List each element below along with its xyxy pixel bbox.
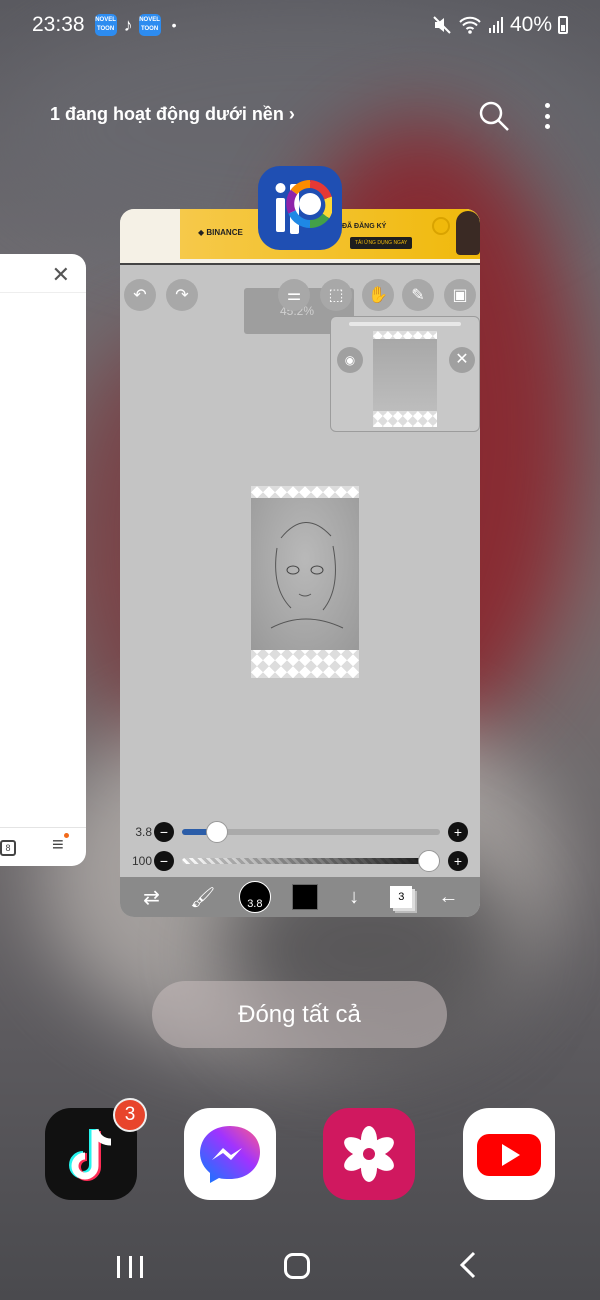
drawing-canvas[interactable] bbox=[251, 486, 359, 678]
ibispaint-app-icon[interactable] bbox=[258, 166, 342, 250]
messenger-app[interactable] bbox=[184, 1108, 276, 1200]
camera-icon[interactable]: ◉ bbox=[337, 347, 363, 373]
youtube-icon bbox=[477, 1134, 541, 1176]
ad-headline: ĐÃ ĐĂNG KÝ bbox=[342, 223, 387, 230]
close-all-button[interactable]: Đóng tất cả bbox=[152, 981, 447, 1048]
battery-icon bbox=[558, 16, 568, 34]
close-icon[interactable]: ✕ bbox=[52, 262, 70, 288]
brush-size-preview[interactable]: 3.8 bbox=[238, 881, 271, 913]
back-icon[interactable] bbox=[454, 1250, 484, 1280]
tiktok-icon: ♪ bbox=[123, 14, 133, 35]
reference-window[interactable]: ◉ ✕ bbox=[330, 316, 480, 432]
recent-apps-icon[interactable] bbox=[117, 1256, 143, 1278]
size-plus-button[interactable]: + bbox=[448, 822, 468, 842]
opacity-track[interactable] bbox=[182, 850, 440, 872]
ad-person-image bbox=[456, 211, 480, 255]
color-swatch[interactable] bbox=[291, 884, 318, 910]
background-activity-link[interactable]: 1 đang hoạt động dưới nền › bbox=[50, 104, 295, 125]
brush-size-slider[interactable]: 3.8 − + bbox=[120, 821, 480, 843]
ad-button[interactable]: TẢI ỨNG DỤNG NGAY bbox=[350, 237, 413, 249]
ibispaint-logo bbox=[275, 180, 332, 234]
status-bar: 23:38 NOVEL TOON ♪ NOVEL TOON • 40% bbox=[0, 0, 600, 50]
brush-icon[interactable]: 🖌 bbox=[188, 882, 218, 912]
clock: 23:38 bbox=[32, 13, 85, 36]
hand-icon[interactable]: ✋ bbox=[362, 279, 394, 311]
noveltoon-icon: NOVEL TOON bbox=[94, 14, 117, 36]
selection-icon[interactable]: ⬚ bbox=[320, 279, 352, 311]
menu-icon[interactable]: ≡ bbox=[52, 833, 69, 855]
tabs-icon[interactable]: 8 bbox=[0, 840, 16, 856]
reference-thumbnail bbox=[373, 331, 437, 427]
undo-icon[interactable]: ↶ bbox=[124, 279, 156, 311]
flower-icon bbox=[344, 1126, 394, 1182]
battery-percent: 40% bbox=[509, 13, 552, 36]
size-slider-thumb[interactable] bbox=[206, 821, 228, 843]
opacity-slider[interactable]: 100 − + bbox=[120, 850, 480, 872]
tool-bar: ⇄ 🖌 3.8 ↓ 3 ← bbox=[120, 877, 480, 917]
tool-switch-icon[interactable]: ⇄ bbox=[137, 882, 167, 912]
chevron-right-icon: › bbox=[288, 104, 295, 124]
more-options-icon[interactable] bbox=[540, 100, 554, 132]
back-arrow-icon[interactable]: ← bbox=[433, 882, 463, 912]
opacity-plus-button[interactable]: + bbox=[448, 851, 468, 871]
home-icon[interactable] bbox=[284, 1253, 310, 1279]
noveltoon-icon: NOVEL TOON bbox=[138, 14, 161, 36]
sketch-drawing bbox=[270, 522, 344, 629]
size-track[interactable] bbox=[182, 821, 440, 843]
close-icon[interactable]: ✕ bbox=[449, 347, 475, 373]
search-icon[interactable] bbox=[478, 100, 510, 132]
messenger-icon bbox=[200, 1126, 260, 1183]
arrow-down-icon[interactable]: ↓ bbox=[339, 882, 369, 912]
brush-size-label: 3.8 bbox=[135, 825, 152, 839]
recent-app-card-ibispaint[interactable]: ◆ BINANCE ĐÃ ĐĂNG KÝ TẢI ỨNG DỤNG NGAY ↶… bbox=[120, 209, 480, 917]
signal-icon bbox=[488, 17, 503, 33]
wifi-icon bbox=[459, 16, 481, 34]
opacity-slider-thumb[interactable] bbox=[418, 850, 440, 872]
coin-icon bbox=[432, 217, 450, 235]
notification-badge: 3 bbox=[113, 1098, 147, 1132]
toggle-icon[interactable]: ⚌ bbox=[278, 279, 310, 311]
size-minus-button[interactable]: − bbox=[154, 822, 174, 842]
opacity-minus-button[interactable]: − bbox=[154, 851, 174, 871]
image-icon[interactable]: ▣ bbox=[444, 279, 476, 311]
binance-logo: ◆ BINANCE bbox=[198, 228, 243, 237]
recent-app-card-left[interactable]: ✕ 8 ≡ bbox=[0, 254, 86, 866]
ruler-icon[interactable]: ✎ bbox=[402, 279, 434, 311]
gallery-app[interactable] bbox=[323, 1108, 415, 1200]
layers-button[interactable]: 3 bbox=[390, 886, 413, 908]
redo-icon[interactable]: ↷ bbox=[166, 279, 198, 311]
more-notifications-dot: • bbox=[171, 17, 177, 33]
navigation-bar bbox=[0, 1236, 600, 1296]
youtube-app[interactable] bbox=[463, 1108, 555, 1200]
mute-icon bbox=[433, 16, 451, 34]
opacity-label: 100 bbox=[131, 854, 152, 868]
